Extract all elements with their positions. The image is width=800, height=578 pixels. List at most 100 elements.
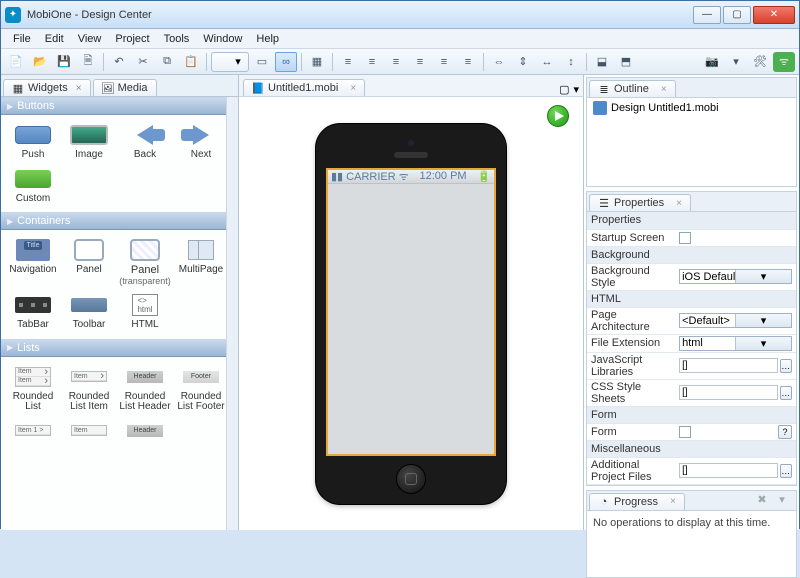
widget-back[interactable]: Back (117, 121, 173, 163)
widget-navigation[interactable]: TitleNavigation (5, 236, 61, 289)
new-button[interactable]: 📄 (5, 52, 27, 72)
prop-page-architecture[interactable]: <Default>▾ (679, 313, 792, 328)
align-middle-button[interactable]: ≡ (433, 52, 455, 72)
widget-rounded-list-header[interactable]: HeaderRounded List Header (117, 363, 173, 415)
widget-rounded-list-item[interactable]: Item›Rounded List Item (61, 363, 117, 415)
widget-tabbar[interactable]: TabBar (5, 291, 61, 333)
section-containers-header[interactable]: Containers (1, 212, 238, 230)
outline-panel: ≣ Outline × Design Untitled1.mobi (586, 77, 797, 187)
align-right-button[interactable]: ≡ (385, 52, 407, 72)
distribute-h-button[interactable]: ⇔ (488, 52, 510, 72)
send-back-button[interactable]: ⬒ (615, 52, 637, 72)
grid-button[interactable]: ▦ (306, 52, 328, 72)
menu-window[interactable]: Window (197, 31, 248, 47)
widget-list-row-1[interactable]: Item 1 > (5, 417, 61, 445)
clear-progress-icon[interactable]: ✖ (754, 493, 770, 507)
widget-rounded-list-footer[interactable]: FooterRounded List Footer (173, 363, 229, 415)
bring-front-button[interactable]: ⬓ (591, 52, 613, 72)
window-minimize-button[interactable]: — (693, 6, 721, 24)
align-left-button[interactable]: ≡ (337, 52, 359, 72)
prop-background-style[interactable]: iOS Default (strip...▾ (679, 269, 792, 284)
chevron-down-icon: ▾ (735, 270, 791, 283)
tab-properties[interactable]: ☰ Properties × (589, 194, 691, 211)
widget-custom[interactable]: Custom (5, 165, 61, 207)
paste-button[interactable]: 📋 (180, 52, 202, 72)
widget-next[interactable]: Next (173, 121, 229, 163)
menu-edit[interactable]: Edit (39, 31, 70, 47)
menu-project[interactable]: Project (109, 31, 155, 47)
menu-tools[interactable]: Tools (158, 31, 196, 47)
window-titlebar: ✦ MobiOne - Design Center — ▢ ✕ (1, 1, 799, 29)
window-close-button[interactable]: ✕ (753, 6, 795, 24)
platform-selector[interactable]: ▾ (211, 52, 249, 72)
progress-menu-icon[interactable]: ▾ (774, 493, 790, 507)
prop-startup-screen[interactable] (679, 232, 691, 244)
section-buttons-header[interactable]: Buttons (1, 97, 238, 115)
open-button[interactable]: 📂 (29, 52, 51, 72)
camera-dropdown-icon[interactable]: ▾ (725, 52, 747, 72)
prop-js-libraries[interactable] (679, 358, 778, 373)
menu-help[interactable]: Help (250, 31, 285, 47)
widget-panel[interactable]: Panel (61, 236, 117, 289)
cut-button[interactable]: ✂ (132, 52, 154, 72)
close-icon[interactable]: × (350, 83, 356, 94)
doc-tab-untitled1[interactable]: 📘 Untitled1.mobi × (243, 79, 365, 96)
same-width-button[interactable]: ↔ (536, 52, 558, 72)
device-screen[interactable]: ▮▮ CARRIER ᯤ 12:00 PM 🔋 (326, 168, 496, 456)
outline-root[interactable]: Design Untitled1.mobi (587, 98, 796, 118)
browse-button[interactable]: … (780, 464, 792, 478)
close-icon[interactable]: × (76, 83, 82, 94)
scrollbar[interactable] (226, 97, 238, 530)
widget-rounded-list[interactable]: Item›Item›Rounded List (5, 363, 61, 415)
save-button[interactable]: 💾 (53, 52, 75, 72)
menu-view[interactable]: View (72, 31, 108, 47)
widget-list-row-header[interactable]: Header (117, 417, 173, 445)
prop-css-stylesheets[interactable] (679, 385, 778, 400)
scale-button[interactable]: ▭ (251, 52, 273, 72)
browse-button[interactable]: … (780, 359, 792, 373)
browse-button[interactable]: … (780, 386, 792, 400)
link-button[interactable]: ∞ (275, 52, 297, 72)
prop-form[interactable] (679, 426, 691, 438)
help-button[interactable]: ? (778, 425, 792, 439)
device-time: 12:00 PM (420, 170, 467, 182)
device-home-button[interactable] (396, 464, 426, 494)
widget-html[interactable]: <>htmlHTML (117, 291, 173, 333)
camera-icon[interactable]: 📷 (701, 52, 723, 72)
close-icon[interactable]: × (676, 198, 682, 209)
align-center-button[interactable]: ≡ (361, 52, 383, 72)
widget-list-row-item[interactable]: Item (61, 417, 117, 445)
widget-multipage[interactable]: MultiPage (173, 236, 229, 289)
wifi-icon[interactable]: ᯤ (773, 52, 795, 72)
widget-image[interactable]: Image (61, 121, 117, 163)
close-icon[interactable]: × (661, 84, 667, 95)
align-bottom-button[interactable]: ≡ (457, 52, 479, 72)
undo-button[interactable]: ↶ (108, 52, 130, 72)
design-canvas[interactable]: ▮▮ CARRIER ᯤ 12:00 PM 🔋 (239, 97, 583, 530)
same-height-button[interactable]: ↕ (560, 52, 582, 72)
tab-media[interactable]: 🖼 Media (93, 79, 157, 96)
platform-arrow-icon[interactable]: ▾ (230, 55, 246, 68)
prop-additional-files[interactable] (679, 463, 778, 478)
tab-progress[interactable]: ◔ Progress × (589, 493, 685, 510)
menu-file[interactable]: File (7, 31, 37, 47)
prop-file-extension[interactable]: html▾ (679, 336, 792, 351)
distribute-v-button[interactable]: ⇕ (512, 52, 534, 72)
window-maximize-button[interactable]: ▢ (723, 6, 751, 24)
section-lists-header[interactable]: Lists (1, 339, 238, 357)
run-button[interactable] (547, 105, 569, 127)
widget-toolbar[interactable]: Toolbar (61, 291, 117, 333)
widget-push[interactable]: Push (5, 121, 61, 163)
align-top-button[interactable]: ≡ (409, 52, 431, 72)
doc-dropdown-icon[interactable]: ▾ (573, 83, 579, 96)
copy-button[interactable]: ⧉ (156, 52, 178, 72)
progress-panel: ◔ Progress × ✖ ▾ No operations to displa… (586, 490, 797, 578)
close-icon[interactable]: × (670, 496, 676, 507)
widget-panel-transparent[interactable]: Panel(transparent) (117, 236, 173, 289)
save-all-button[interactable]: 🗎 (77, 52, 99, 72)
new-doc-icon[interactable]: ▢ (559, 83, 569, 96)
tab-outline[interactable]: ≣ Outline × (589, 80, 676, 97)
tab-widgets[interactable]: ▦ Widgets × (3, 79, 91, 96)
build-icon[interactable]: 🛠 (749, 52, 771, 72)
prop-group-misc: Miscellaneous (587, 440, 796, 457)
